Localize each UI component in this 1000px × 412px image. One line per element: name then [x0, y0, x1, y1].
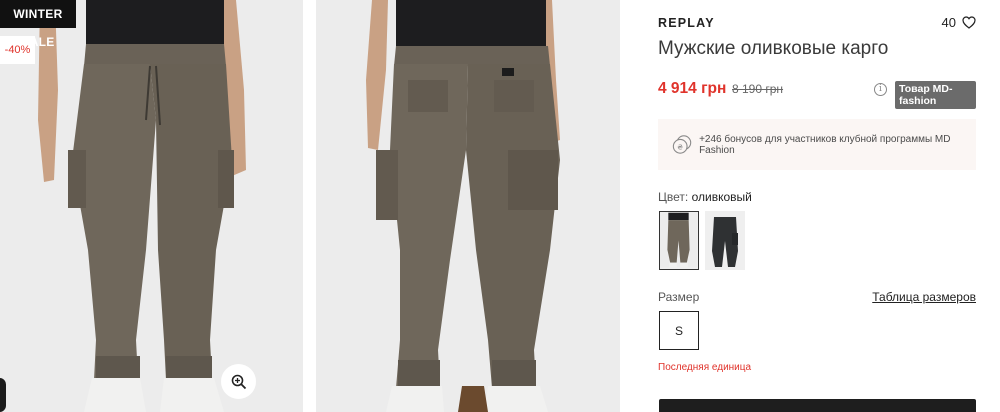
favorites-button[interactable]: 40 — [942, 15, 976, 30]
size-label: Размер — [658, 290, 700, 304]
seller-badge: Товар MD-fashion — [895, 81, 976, 109]
winter-sale-badge: WINTER SALE — [0, 0, 76, 49]
product-photo-back[interactable] — [316, 0, 620, 412]
color-swatch-dark[interactable] — [705, 211, 745, 270]
product-title: Мужские оливковые карго — [658, 38, 889, 59]
product-info-panel: REPLAY 40 Мужские оливковые карго 4 914 … — [658, 0, 976, 412]
product-photo-front[interactable]: WINTER SALE -40% — [0, 0, 303, 412]
heart-icon — [962, 16, 976, 29]
size-table-link[interactable]: Таблица размеров — [872, 290, 976, 304]
color-label: Цвет: оливковый — [658, 190, 752, 204]
pants-front-image — [0, 0, 303, 412]
color-label-caption: Цвет: — [658, 190, 689, 204]
pants-back-image — [316, 0, 620, 412]
current-price: 4 914 грн — [658, 80, 727, 97]
olive-swatch-image — [660, 212, 697, 268]
bonus-coin-icon: ₴ — [672, 135, 692, 154]
add-to-cart-button[interactable] — [659, 399, 976, 412]
bonus-text: +246 бонусов для участников клубной прог… — [699, 133, 951, 156]
favorites-count: 40 — [941, 15, 956, 30]
discount-badge: -40% — [0, 36, 35, 64]
price-row: 4 914 грн 8 190 грн i Товар MD-fashion — [658, 80, 976, 109]
dark-swatch-image — [705, 211, 745, 270]
size-option-s[interactable]: S — [659, 311, 699, 350]
zoom-button[interactable] — [221, 364, 256, 399]
zoom-in-icon — [231, 374, 246, 389]
stock-note: Последняя единица — [658, 362, 752, 373]
old-price: 8 190 грн — [732, 82, 784, 96]
info-icon[interactable]: i — [874, 83, 887, 96]
svg-text:₴: ₴ — [677, 143, 683, 152]
gallery-scroll-handle[interactable] — [0, 378, 6, 412]
color-value: оливковый — [691, 190, 752, 204]
bonus-info-box: ₴ +246 бонусов для участников клубной пр… — [658, 119, 976, 170]
brand-name[interactable]: REPLAY — [658, 16, 715, 30]
color-swatch-olive[interactable] — [659, 211, 699, 270]
